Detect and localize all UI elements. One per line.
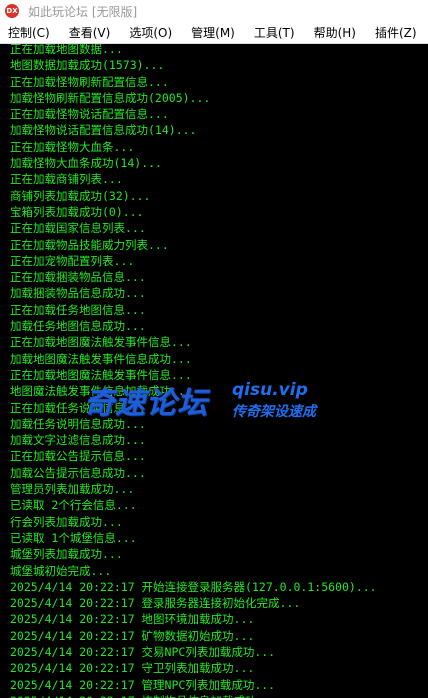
log-line: 地图魔法触发事件信息加载成功... — [10, 384, 192, 399]
log-line: 正在加载捆装物品信息... — [10, 270, 146, 285]
log-line: 宝箱列表加载成功(0)... — [10, 204, 144, 219]
log-line: 正在加载怪物刷新配置信息... — [10, 74, 169, 89]
menu-tools[interactable]: 工具(T) — [246, 24, 295, 41]
log-line: 正在加载地图魔法触发事件信息... — [10, 367, 192, 382]
log-line: 2025/4/14 20:22:17 交易NPC列表加载成功... — [10, 644, 276, 659]
log-line: 行会列表加载成功... — [10, 514, 123, 529]
log-console[interactable]: 正在加载地图数据... 地图数据加载成功(1573)... 正在加载怪物刷新配置信息… — [0, 44, 428, 698]
log-line: 正在加载地图魔法触发事件信息... — [10, 335, 192, 350]
log-lines: 正在加载地图数据... 地图数据加载成功(1573)... 正在加载怪物刷新配置信息… — [10, 44, 428, 698]
log-line: 正在加载怪物说话配置信息... — [10, 107, 169, 122]
log-line: 正在加载国家信息列表... — [10, 221, 146, 236]
log-line: 2025/4/14 20:22:17 地图环境加载成功... — [10, 612, 255, 627]
log-line: 2025/4/14 20:22:17 矿物数据初始成功... — [10, 628, 255, 643]
log-line: 正在加宠物配置列表... — [10, 253, 135, 268]
log-line: 城堡列表加载成功... — [10, 547, 123, 562]
log-line: 已读取 1个城堡信息... — [10, 530, 137, 545]
log-line: 加载公告提示信息成功... — [10, 465, 146, 480]
menu-control[interactable]: 控制(C) — [0, 24, 50, 41]
menu-plugins[interactable]: 插件(Z) — [367, 24, 417, 41]
menu-options[interactable]: 选项(O) — [121, 24, 172, 41]
log-line: 城堡城初始完成... — [10, 563, 112, 578]
menu-manage[interactable]: 管理(M) — [183, 24, 235, 41]
log-line: 正在加载公告提示信息... — [10, 449, 146, 464]
log-line: 加载任务说明信息成功... — [10, 416, 146, 431]
log-line: 地图数据加载成功(1573)... — [10, 58, 165, 73]
window-title: 如此玩论坛 [无限版] — [28, 4, 138, 19]
title-bar[interactable]: DX 如此玩论坛 [无限版] — [0, 0, 428, 22]
log-line: 加载任务地图信息成功... — [10, 319, 146, 334]
log-line: 2025/4/14 20:22:17 炼制物品信息加载成功... — [10, 693, 428, 698]
log-line: 加载怪物刷新配置信息成功(2005)... — [10, 90, 211, 105]
log-line: 正在加载任务地图信息... — [10, 302, 146, 317]
log-line: 2025/4/14 20:22:17 登录服务器连接初始化完成... — [10, 596, 301, 611]
log-line: 正在加载怪物大血条... — [10, 139, 135, 154]
log-line: 2025/4/14 20:22:17 开始连接登录服务器(127.0.0.1:5… — [10, 579, 377, 594]
log-line: 加载怪物大血条成功(14)... — [10, 156, 162, 171]
log-line: 加载文字过滤信息成功... — [10, 433, 146, 448]
log-line: 正在加载地图数据... — [10, 44, 123, 56]
menu-help[interactable]: 帮助(H) — [306, 24, 356, 41]
log-line: 加载地图魔法触发事件信息成功... — [10, 351, 192, 366]
log-line: 正在加载物品技能威力列表... — [10, 237, 169, 252]
log-line: 2025/4/14 20:22:17 管理NPC列表加载成功... — [10, 677, 276, 692]
log-line: 加载怪物说话配置信息成功(14)... — [10, 123, 197, 138]
log-line: 正在加载商铺列表... — [10, 172, 123, 187]
menu-bar: 控制(C) 查看(V) 选项(O) 管理(M) 工具(T) 帮助(H) 插件(Z… — [0, 22, 428, 44]
log-line: 已读取 2个行会信息... — [10, 498, 137, 513]
log-line: 加载捆装物品信息成功... — [10, 286, 146, 301]
log-line: 管理员列表加载成功... — [10, 482, 135, 497]
log-line: 正在加载任务说明信息... — [10, 400, 146, 415]
log-line: 2025/4/14 20:22:17 守卫列表加载成功... — [10, 661, 255, 676]
menu-view[interactable]: 查看(V) — [61, 24, 111, 41]
app-logo-icon: DX — [5, 4, 19, 18]
log-line: 商铺列表加载成功(32)... — [10, 188, 151, 203]
